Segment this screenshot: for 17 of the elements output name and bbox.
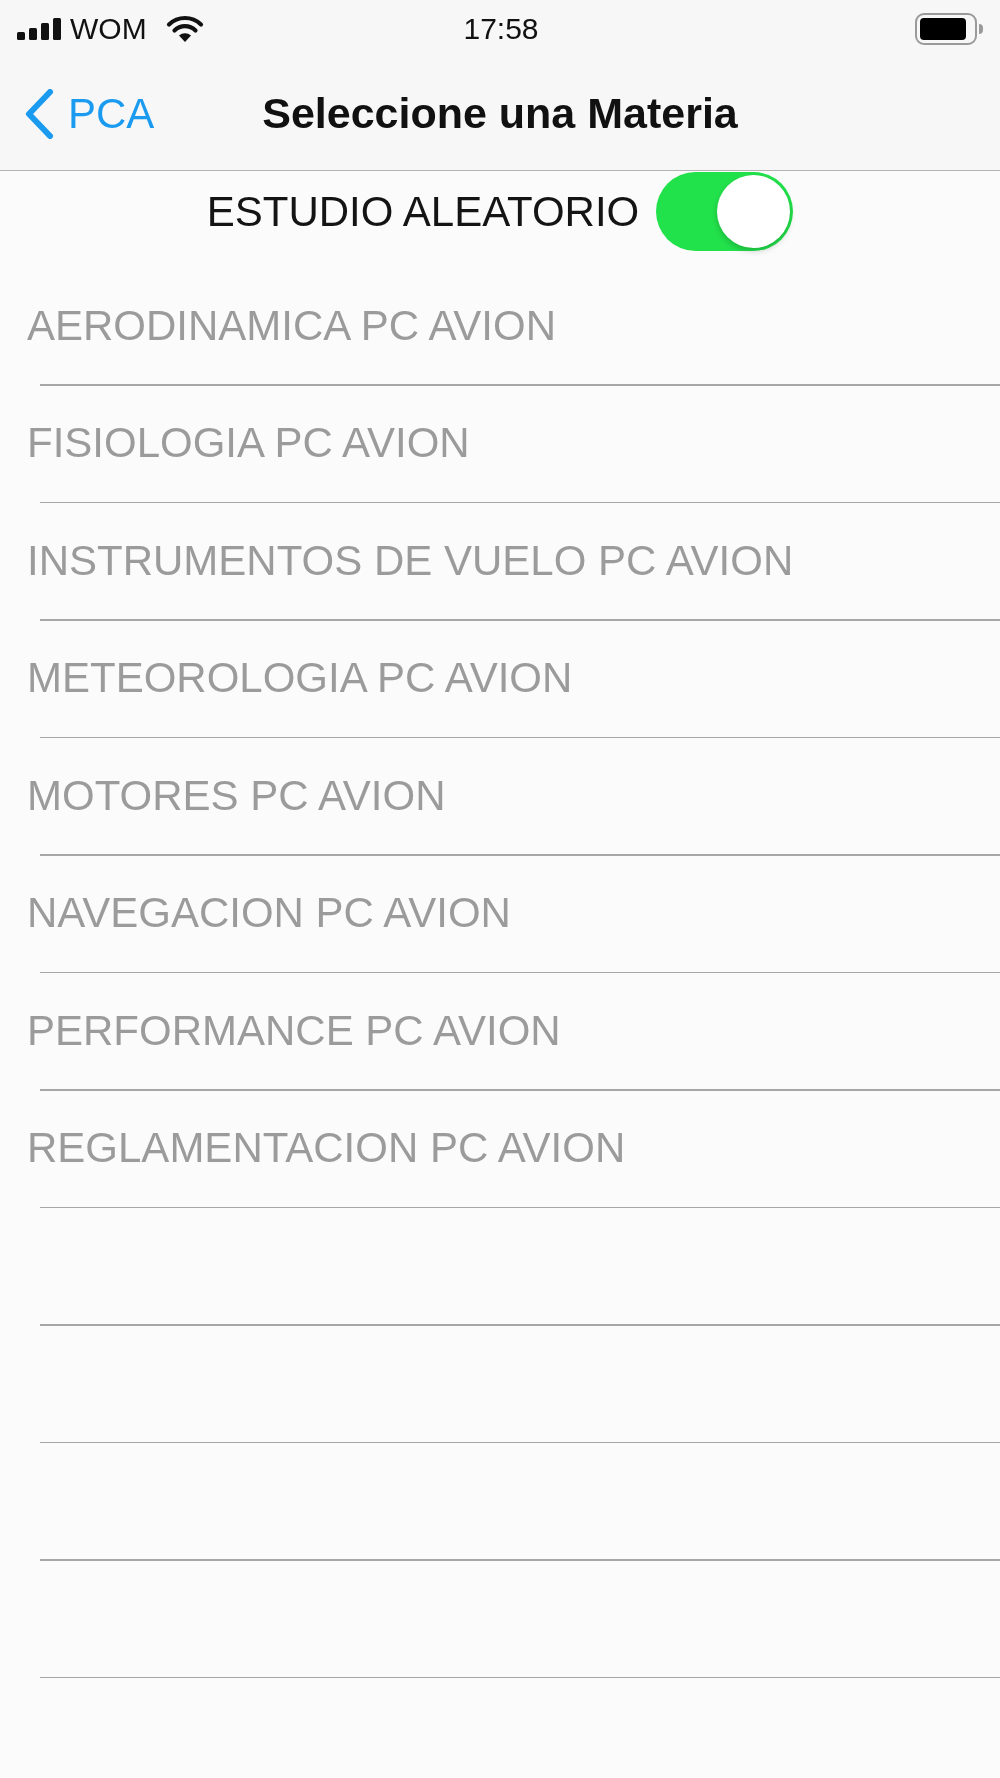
subject-item[interactable]: NAVEGACION PC AVION: [27, 889, 511, 938]
subject-item[interactable]: AERODINAMICA PC AVION: [27, 301, 556, 351]
carrier-name: WOM: [70, 13, 147, 44]
wifi-icon: [165, 15, 204, 42]
clock: 17:58: [463, 13, 539, 44]
subject-item[interactable]: REGLAMENTACION PC AVION: [27, 1124, 626, 1173]
subject-item[interactable]: PERFORMANCE PC AVION: [27, 1006, 561, 1056]
screen-title: Seleccione una Materia: [262, 92, 738, 135]
subject-item[interactable]: METEOROLOGIA PC AVION: [27, 654, 573, 703]
battery-icon: [915, 12, 985, 45]
signal-icon: [17, 17, 61, 40]
random-study-label: ESTUDIO ALEATORIO: [206, 187, 640, 237]
back-button[interactable]: PCA: [24, 88, 155, 139]
subject-item[interactable]: FISIOLOGIA PC AVION: [27, 419, 470, 468]
subject-item[interactable]: MOTORES PC AVION: [27, 771, 446, 821]
subject-item[interactable]: INSTRUMENTOS DE VUELO PC AVION: [27, 536, 794, 586]
chevron-left-icon: [24, 88, 54, 139]
